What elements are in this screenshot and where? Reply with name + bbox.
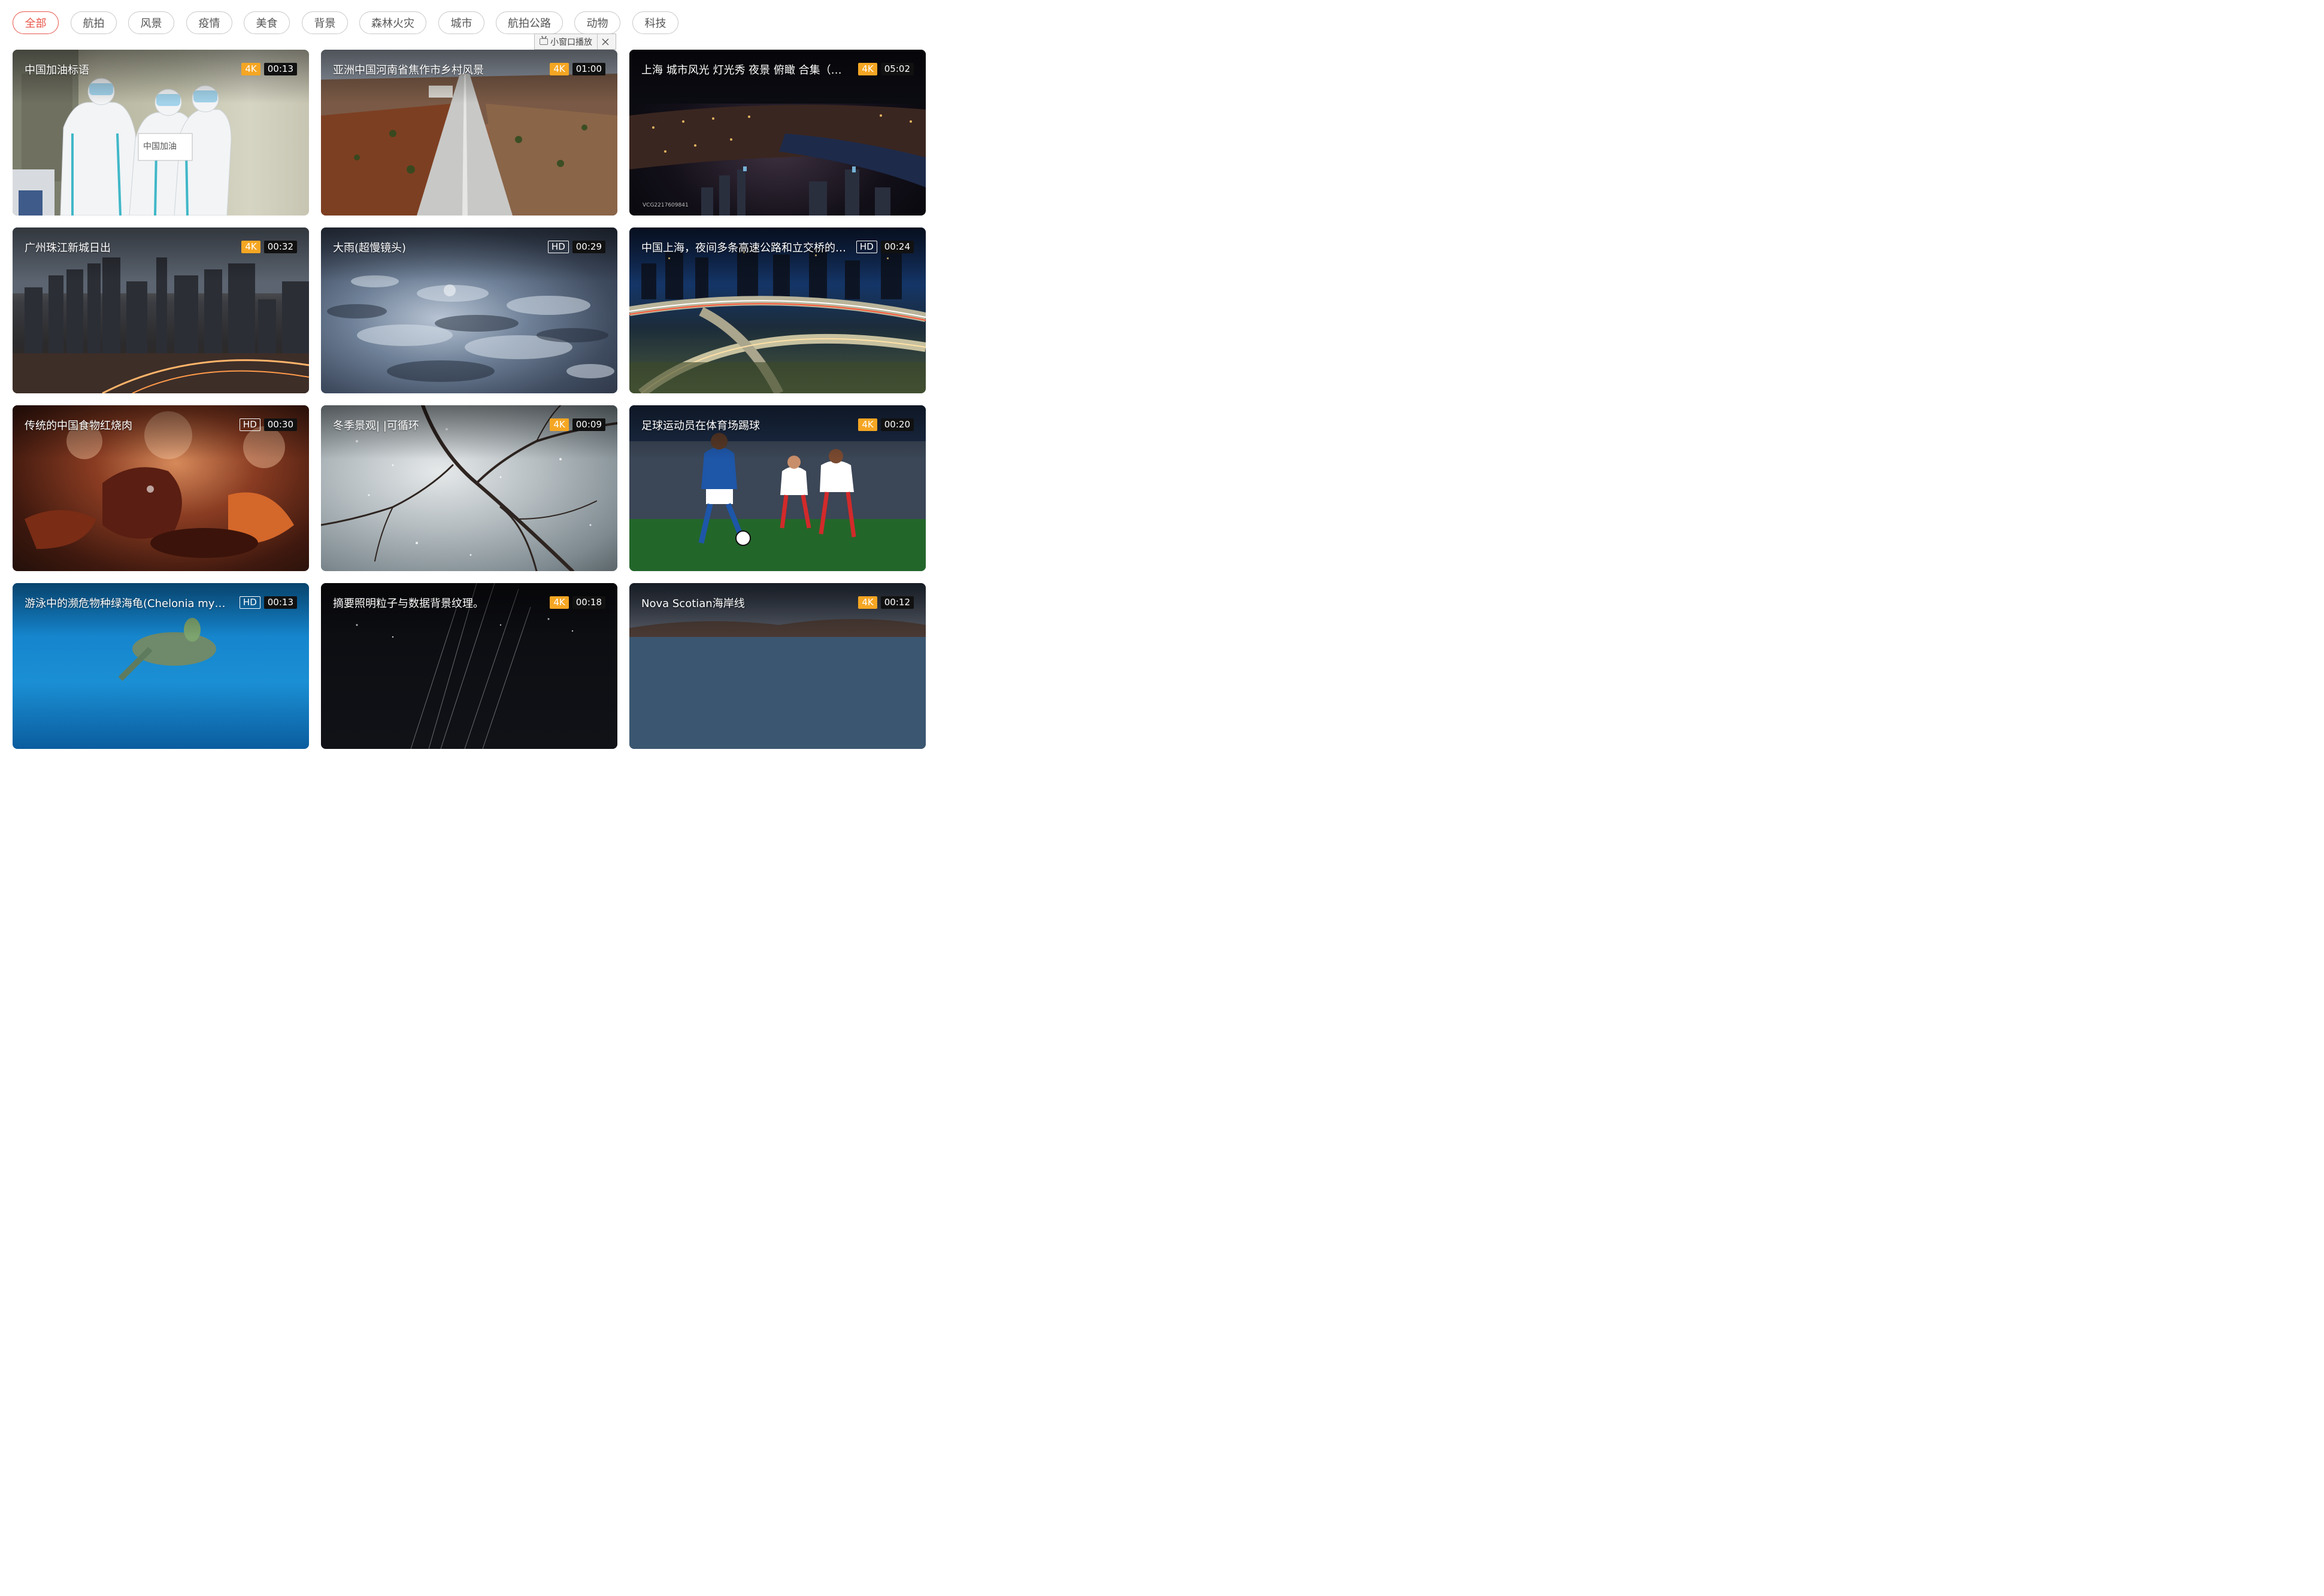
duration-badge: 00:32 bbox=[263, 241, 297, 253]
duration-badge: 01:00 bbox=[572, 63, 605, 75]
video-card[interactable]: 广州珠江新城日出 4K 00:32 bbox=[13, 227, 309, 393]
filter-chip-city[interactable]: 城市 bbox=[438, 11, 484, 34]
video-badges: HD 00:24 bbox=[856, 241, 914, 253]
video-card[interactable]: 中国上海，夜间多条高速公路和立交桥的高... HD 00:24 bbox=[629, 227, 926, 393]
video-badges: 4K 00:32 bbox=[241, 241, 297, 253]
video-title: 足球运动员在体育场踢球 bbox=[641, 420, 760, 432]
video-card[interactable]: 传统的中国食物红烧肉 HD 00:30 bbox=[13, 405, 309, 571]
video-title: 冬季景观| |可循环 bbox=[333, 420, 419, 432]
video-badges: 4K 00:18 bbox=[550, 596, 605, 609]
video-badges: HD 00:13 bbox=[239, 596, 297, 609]
mini-window-play-button[interactable]: 小窗口播放 bbox=[550, 36, 592, 48]
svg-text:中国加油: 中国加油 bbox=[143, 142, 177, 151]
video-badges: HD 00:30 bbox=[239, 418, 297, 431]
mini-window-popup: 小窗口播放 bbox=[534, 34, 616, 50]
video-card[interactable]: 中国加油 中国加油标语 4K 00:13 bbox=[13, 50, 309, 216]
tv-icon bbox=[540, 38, 548, 45]
duration-badge: 00:13 bbox=[263, 596, 297, 609]
duration-badge: 00:30 bbox=[263, 418, 297, 431]
video-title: 中国上海，夜间多条高速公路和立交桥的高... bbox=[641, 242, 848, 254]
video-title: 游泳中的濒危物种绿海龟(Chelonia mydas)。 bbox=[25, 597, 231, 610]
close-icon[interactable] bbox=[598, 34, 613, 49]
video-badges: 4K 01:00 bbox=[550, 63, 605, 75]
quality-badge: 4K bbox=[241, 241, 260, 253]
quality-badge: HD bbox=[239, 596, 260, 609]
video-card[interactable]: 大雨(超慢镜头) HD 00:29 bbox=[321, 227, 617, 393]
video-card[interactable]: 摘要照明粒子与数据背景纹理。 4K 00:18 bbox=[321, 583, 617, 749]
filter-chip-forest-fire[interactable]: 森林火灾 bbox=[359, 11, 426, 34]
video-title: 大雨(超慢镜头) bbox=[333, 242, 407, 254]
filter-chip-epidemic[interactable]: 疫情 bbox=[186, 11, 232, 34]
video-badges: 4K 00:12 bbox=[858, 596, 914, 609]
video-title: 亚洲中国河南省焦作市乡村风景 bbox=[333, 64, 484, 77]
quality-badge: HD bbox=[547, 241, 569, 253]
video-card[interactable]: Nova Scotian海岸线 4K 00:12 bbox=[629, 583, 926, 749]
filter-chip-scenery[interactable]: 风景 bbox=[128, 11, 174, 34]
duration-badge: 00:18 bbox=[572, 596, 605, 609]
quality-badge: HD bbox=[856, 241, 877, 253]
video-title: 上海 城市风光 灯光秀 夜景 俯瞰 合集（选编） bbox=[641, 64, 848, 77]
filter-chip-all[interactable]: 全部 bbox=[13, 11, 59, 34]
video-card[interactable]: VCG2217609841 上海 城市风光 灯光秀 夜景 俯瞰 合集（选编） 4… bbox=[629, 50, 926, 216]
duration-badge: 00:24 bbox=[880, 241, 914, 253]
duration-badge: 00:13 bbox=[263, 63, 297, 75]
quality-badge: 4K bbox=[858, 418, 877, 431]
video-card[interactable]: 足球运动员在体育场踢球 4K 00:20 bbox=[629, 405, 926, 571]
quality-badge: 4K bbox=[550, 418, 569, 431]
filter-chip-tech[interactable]: 科技 bbox=[632, 11, 678, 34]
quality-badge: 4K bbox=[858, 63, 877, 75]
video-badges: HD 00:29 bbox=[547, 241, 605, 253]
video-badges: 4K 00:13 bbox=[241, 63, 297, 75]
video-title: Nova Scotian海岸线 bbox=[641, 597, 745, 610]
video-card[interactable]: 亚洲中国河南省焦作市乡村风景 4K 01:00 bbox=[321, 50, 617, 216]
filter-chip-background[interactable]: 背景 bbox=[302, 11, 348, 34]
video-title: 广州珠江新城日出 bbox=[25, 242, 111, 254]
quality-badge: 4K bbox=[858, 596, 877, 609]
video-badges: 4K 00:09 bbox=[550, 418, 605, 431]
quality-badge: 4K bbox=[550, 63, 569, 75]
video-badges: 4K 05:02 bbox=[858, 63, 914, 75]
video-title: 传统的中国食物红烧肉 bbox=[25, 420, 132, 432]
duration-badge: 00:12 bbox=[880, 596, 914, 609]
video-title: 摘要照明粒子与数据背景纹理。 bbox=[333, 597, 484, 610]
quality-badge: 4K bbox=[241, 63, 260, 75]
filter-chip-aerial[interactable]: 航拍 bbox=[71, 11, 117, 34]
duration-badge: 00:20 bbox=[880, 418, 914, 431]
quality-badge: HD bbox=[239, 418, 260, 431]
filter-chip-animals[interactable]: 动物 bbox=[574, 11, 620, 34]
video-badges: 4K 00:20 bbox=[858, 418, 914, 431]
duration-badge: 05:02 bbox=[880, 63, 914, 75]
duration-badge: 00:29 bbox=[572, 241, 605, 253]
svg-text:VCG2217609841: VCG2217609841 bbox=[643, 202, 689, 208]
video-card[interactable]: 冬季景观| |可循环 4K 00:09 bbox=[321, 405, 617, 571]
filter-chip-aerial-road[interactable]: 航拍公路 bbox=[496, 11, 563, 34]
filter-chip-food[interactable]: 美食 bbox=[244, 11, 290, 34]
video-card[interactable]: 游泳中的濒危物种绿海龟(Chelonia mydas)。 HD 00:13 bbox=[13, 583, 309, 749]
duration-badge: 00:09 bbox=[572, 418, 605, 431]
quality-badge: 4K bbox=[550, 596, 569, 609]
video-title: 中国加油标语 bbox=[25, 64, 89, 77]
